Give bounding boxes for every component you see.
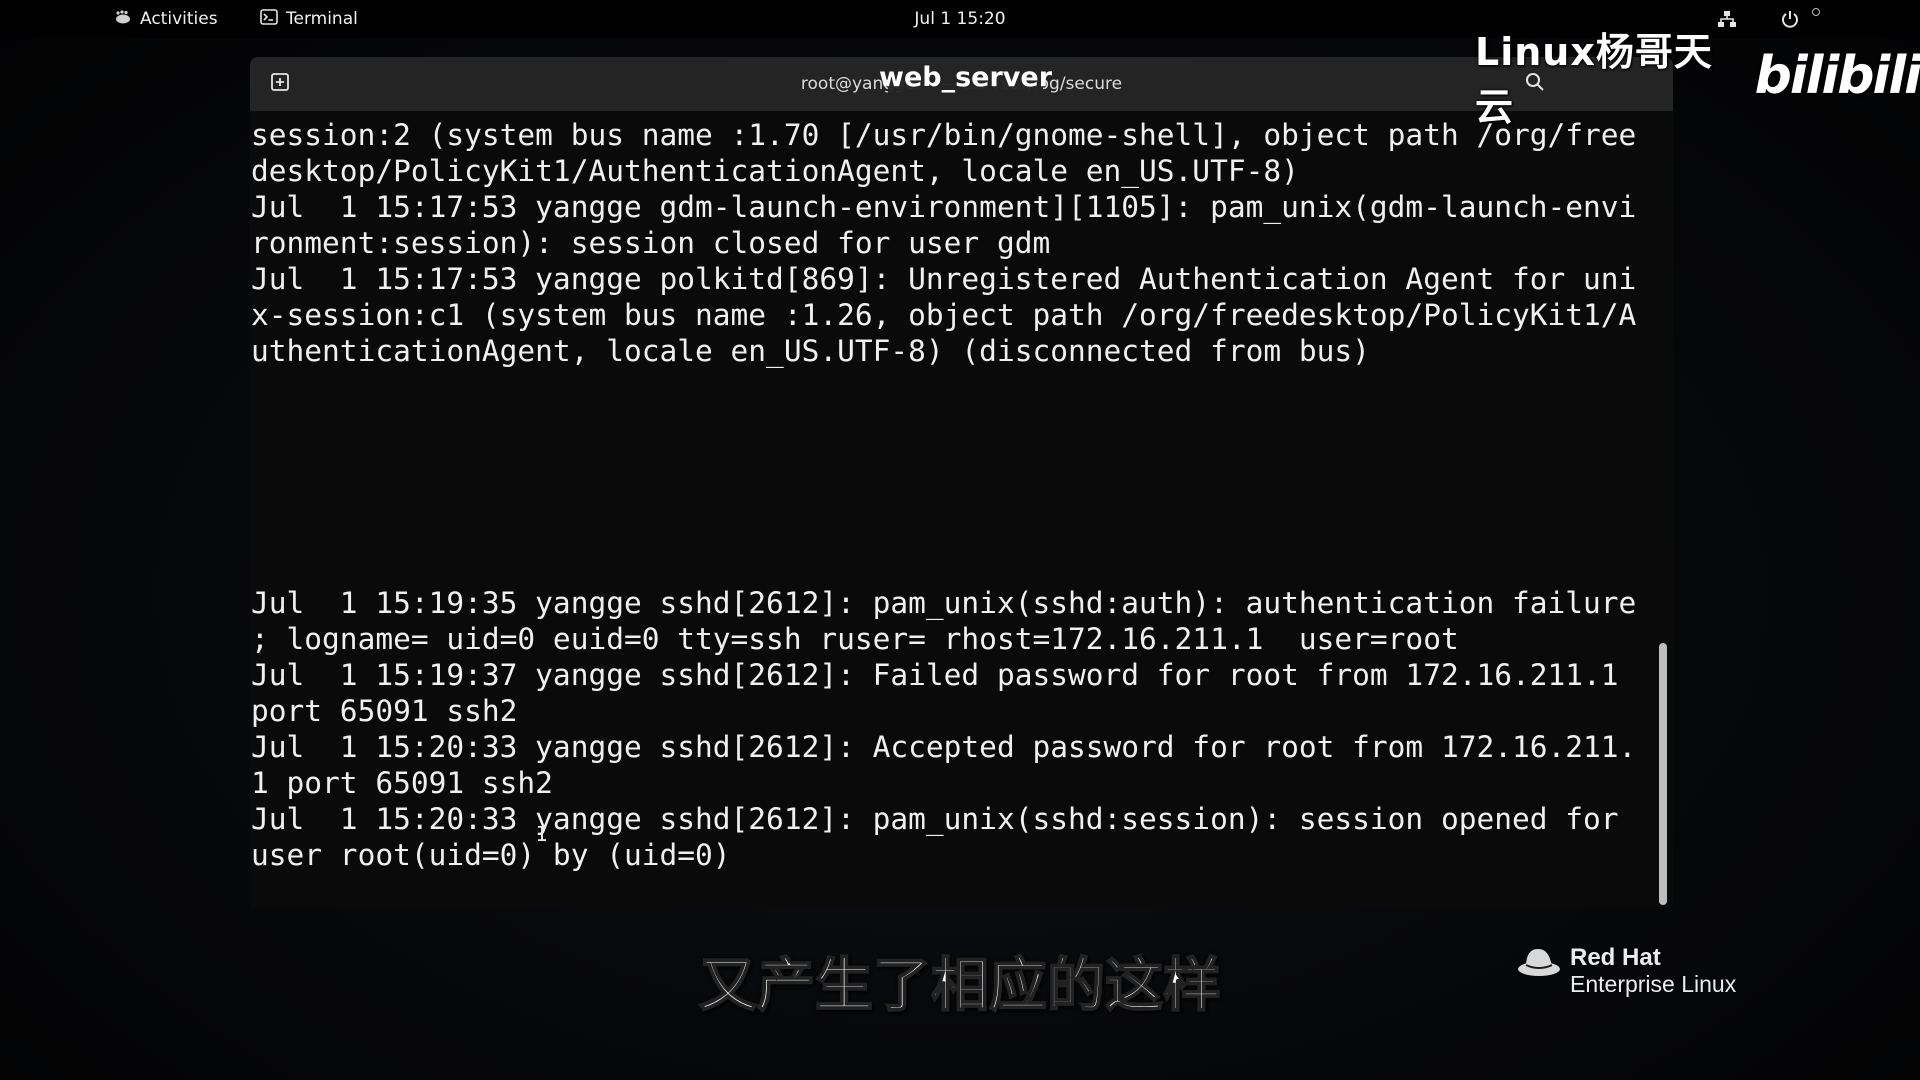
terminal-line: 1 port 65091 ssh2	[251, 766, 553, 800]
overlay-title: web_server	[879, 60, 1053, 94]
terminal-line: Jul 1 15:19:37 yangge sshd[2612]: Failed…	[251, 658, 1619, 692]
power-icon[interactable]	[1780, 0, 1800, 38]
terminal-line: Jul 1 15:17:53 yangge polkitd[869]: Unre…	[251, 262, 1637, 296]
terminal-line: session:2 (system bus name :1.70 [/usr/b…	[251, 118, 1637, 152]
terminal-line: Jul 1 15:17:53 yangge gdm-launch-environ…	[251, 190, 1637, 224]
terminal-line: Jul 1 15:20:33 yangge sshd[2612]: pam_un…	[251, 802, 1619, 836]
terminal-line: port 65091 ssh2	[251, 694, 518, 728]
terminal-line: x-session:c1 (system bus name :1.26, obj…	[251, 298, 1637, 332]
mouse-cursor-icon: I	[536, 822, 549, 846]
video-subtitle: 又产生了相应的这样	[698, 950, 1222, 1020]
watermark-text: Linux杨哥天云	[1475, 30, 1713, 129]
terminal-line: uthenticationAgent, locale en_US.UTF-8) …	[251, 334, 1370, 368]
status-indicator-icon	[1812, 8, 1820, 16]
bilibili-logo: bilibili	[1754, 46, 1920, 106]
terminal-line: ronment:session): session closed for use…	[251, 226, 1051, 260]
terminal-line: Jul 1 15:19:35 yangge sshd[2612]: pam_un…	[251, 586, 1637, 620]
terminal-window: root@yangge:~ — tail /var/log/secure ses…	[250, 57, 1673, 907]
terminal-line: desktop/PolicyKit1/AuthenticationAgent, …	[251, 154, 1299, 188]
desktop-background: Activities Terminal Jul 1 15:20 root@yan…	[0, 0, 1920, 1080]
watermark: Linux杨哥天云 bilibili	[1475, 30, 1920, 129]
terminal-line: user root(uid=0) by (uid=0)	[251, 838, 731, 872]
scrollbar[interactable]	[1659, 643, 1667, 905]
terminal-line: Jul 1 15:20:33 yangge sshd[2612]: Accept…	[251, 730, 1637, 764]
terminal-line: ; logname= uid=0 euid=0 tty=ssh ruser= r…	[251, 622, 1459, 656]
terminal-text[interactable]: session:2 (system bus name :1.70 [/usr/b…	[251, 117, 1661, 873]
